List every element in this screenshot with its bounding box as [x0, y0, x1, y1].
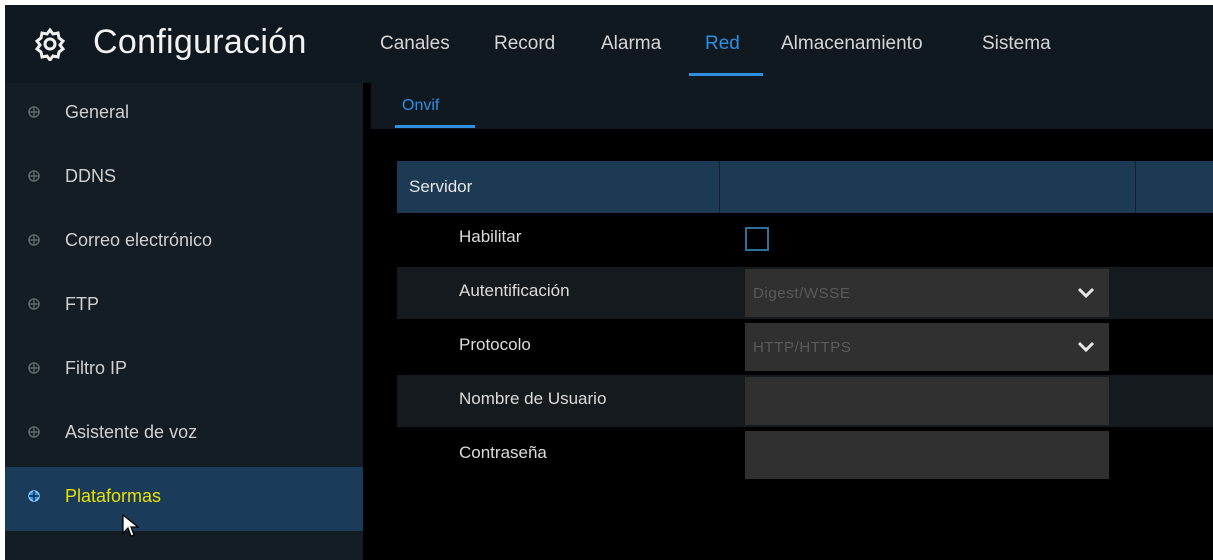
password-field[interactable]	[745, 431, 1109, 479]
sidebar-item-ddns[interactable]: DDNS	[5, 147, 363, 211]
mouse-pointer-icon	[122, 513, 140, 537]
sidebar-item-general[interactable]: General	[5, 83, 363, 147]
sidebar-item-label: DDNS	[65, 166, 117, 186]
username-field[interactable]	[745, 377, 1109, 425]
header-divider	[719, 161, 720, 213]
active-tab-indicator	[689, 73, 763, 76]
authentication-select[interactable]: Digest/WSSE	[745, 269, 1109, 317]
network-node-icon	[28, 362, 40, 374]
sidebar-item-label: Plataformas	[65, 486, 162, 506]
network-node-icon	[28, 234, 40, 246]
username-row: Nombre de Usuario	[397, 375, 1213, 427]
tab-alarma[interactable]: Alarma	[601, 33, 661, 55]
network-node-icon	[28, 106, 40, 118]
top-bar: Configuración Canales Record Alarma Red …	[5, 5, 1213, 83]
sidebar-item-label: Asistente de voz	[65, 422, 198, 442]
enable-checkbox[interactable]	[745, 227, 769, 251]
sidebar-item-label: Correo electrónico	[65, 230, 213, 250]
tab-sistema[interactable]: Sistema	[982, 33, 1051, 55]
password-label: Contraseña	[459, 443, 547, 462]
tab-almacenamiento[interactable]: Almacenamiento	[781, 33, 923, 55]
sidebar-item-voice-assistant[interactable]: Asistente de voz	[5, 403, 363, 467]
tab-record[interactable]: Record	[494, 33, 555, 55]
sidebar-item-platforms[interactable]: Plataformas	[5, 467, 363, 531]
header-divider	[1135, 161, 1136, 213]
chevron-down-icon	[1077, 341, 1095, 353]
enable-label: Habilitar	[459, 227, 522, 246]
network-node-icon	[28, 170, 40, 182]
protocol-row: Protocolo HTTP/HTTPS	[397, 321, 1213, 373]
sidebar-item-label: General	[65, 102, 130, 122]
page-title: Configuración	[93, 23, 307, 61]
network-node-icon	[28, 298, 40, 310]
sidebar-item-ftp[interactable]: FTP	[5, 275, 363, 339]
active-subtab-indicator	[395, 125, 475, 128]
tab-red[interactable]: Red	[705, 33, 740, 55]
sidebar-item-label: Filtro IP	[65, 358, 128, 378]
network-node-icon	[28, 490, 40, 502]
authentication-row: Autentificación Digest/WSSE	[397, 267, 1213, 319]
authentication-label: Autentificación	[459, 281, 570, 300]
protocol-select[interactable]: HTTP/HTTPS	[745, 323, 1109, 371]
authentication-value: Digest/WSSE	[753, 285, 851, 302]
section-header: Servidor	[397, 161, 1213, 213]
protocol-value: HTTP/HTTPS	[753, 339, 852, 356]
network-node-icon	[28, 426, 40, 438]
tab-canales[interactable]: Canales	[380, 33, 450, 55]
username-label: Nombre de Usuario	[459, 389, 607, 408]
chevron-down-icon	[1077, 287, 1095, 299]
settings-screen: Configuración Canales Record Alarma Red …	[5, 5, 1213, 560]
sub-tab-bar: Onvif	[371, 83, 1213, 129]
sidebar-item-ip-filter[interactable]: Filtro IP	[5, 339, 363, 403]
tab-onvif[interactable]: Onvif	[402, 97, 439, 115]
section-header-label: Servidor	[409, 177, 473, 196]
gear-icon	[34, 27, 66, 61]
sidebar-item-label: FTP	[65, 294, 99, 314]
password-row: Contraseña	[397, 429, 1213, 481]
protocol-label: Protocolo	[459, 335, 531, 354]
enable-row: Habilitar	[397, 213, 1213, 265]
sidebar-item-email[interactable]: Correo electrónico	[5, 211, 363, 275]
sidebar: General DDNS Correo electrónico FTP Filt…	[5, 83, 363, 560]
